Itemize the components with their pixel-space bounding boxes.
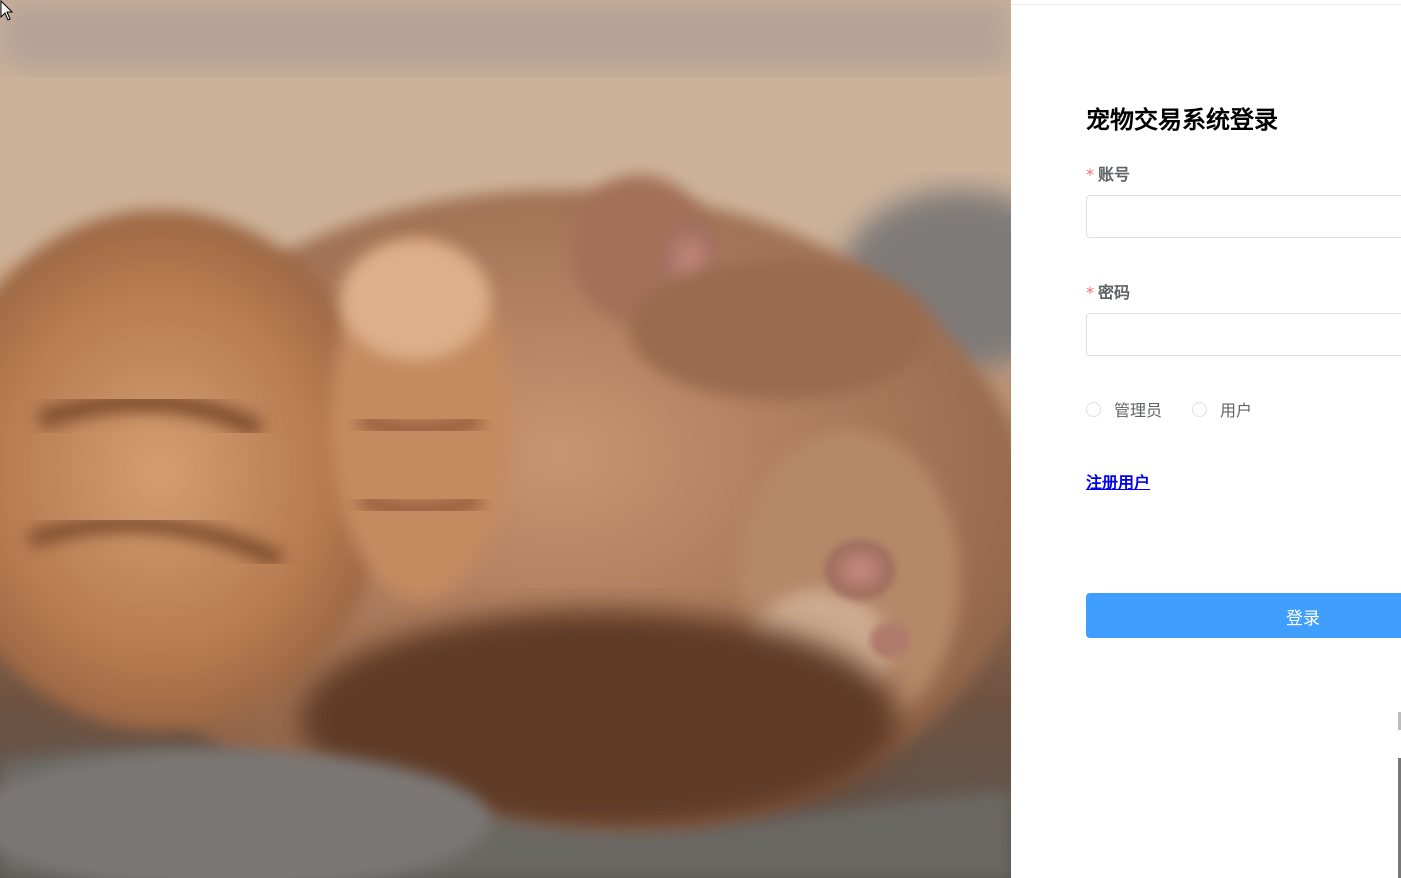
hero-image xyxy=(0,0,1011,878)
radio-label-admin: 管理员 xyxy=(1114,401,1163,420)
kitten-photo xyxy=(0,0,1011,878)
password-label: * 密码 xyxy=(1086,279,1130,303)
radio-circle-icon[interactable] xyxy=(1192,401,1208,417)
login-button[interactable]: 登录 xyxy=(1086,593,1401,638)
password-input[interactable] xyxy=(1086,313,1401,356)
account-label-text: 账号 xyxy=(1098,165,1131,184)
required-mark: * xyxy=(1086,165,1094,184)
register-link[interactable]: 注册用户 xyxy=(1086,469,1150,493)
page-title: 宠物交易系统登录 xyxy=(1086,106,1278,134)
password-label-text: 密码 xyxy=(1098,283,1131,302)
required-mark: * xyxy=(1086,283,1094,302)
login-button-label: 登录 xyxy=(1286,609,1320,628)
radio-circle-icon[interactable] xyxy=(1086,401,1101,417)
account-input[interactable] xyxy=(1086,195,1401,238)
divider xyxy=(1011,4,1401,5)
login-panel: 宠物交易系统登录 * 账号 * 密码 管理员 用户 注册用户 登录 xyxy=(1011,0,1401,878)
role-radio-user[interactable]: 用户 xyxy=(1192,397,1252,421)
login-page: 宠物交易系统登录 * 账号 * 密码 管理员 用户 注册用户 登录 xyxy=(0,0,1401,878)
role-radio-group: 管理员 用户 xyxy=(1086,397,1282,421)
account-label: * 账号 xyxy=(1086,161,1130,185)
radio-label-user: 用户 xyxy=(1220,401,1253,420)
mouse-cursor-icon xyxy=(0,0,14,21)
role-radio-admin[interactable]: 管理员 xyxy=(1086,397,1162,421)
